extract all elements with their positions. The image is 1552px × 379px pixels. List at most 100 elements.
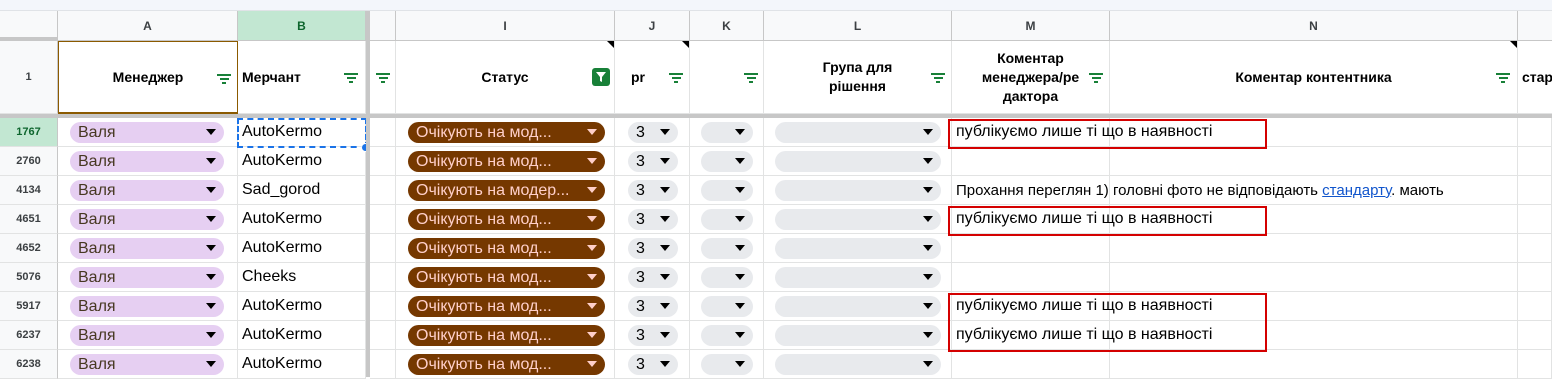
cell-m[interactable] [952,147,1110,176]
group-dropdown-chip[interactable] [775,180,941,201]
status-dropdown-chip[interactable]: Очікують на мод... [408,151,605,172]
column-header-a[interactable]: A [58,11,238,41]
column-header-n[interactable]: N [1110,11,1518,41]
cell-h[interactable] [370,350,396,379]
header-k[interactable] [690,41,764,114]
pr-dropdown-chip[interactable]: 3 [628,238,678,259]
cell-m[interactable] [952,263,1110,292]
column-header-next[interactable] [1518,11,1552,41]
row-header[interactable]: 5917 [0,292,58,321]
header-status[interactable]: Статус [396,41,615,114]
status-dropdown-chip[interactable]: Очікують на мод... [408,122,605,143]
manager-dropdown-chip[interactable]: Валя [70,325,224,346]
manager-dropdown-chip[interactable]: Валя [70,296,224,317]
cell-o[interactable] [1518,205,1552,234]
group-dropdown-chip[interactable] [775,122,941,143]
cell-h[interactable] [370,147,396,176]
k-dropdown-chip[interactable] [701,325,753,346]
status-dropdown-chip[interactable]: Очікують на мод... [408,238,605,259]
filter-icon[interactable] [1089,73,1103,83]
k-dropdown-chip[interactable] [701,296,753,317]
manager-dropdown-chip[interactable]: Валя [70,267,224,288]
select-all-corner[interactable] [0,11,58,41]
standard-link[interactable]: стандарту [1322,182,1391,199]
cell-h[interactable] [370,263,396,292]
filter-icon[interactable] [931,73,945,83]
k-dropdown-chip[interactable] [701,209,753,230]
pr-dropdown-chip[interactable]: 3 [628,267,678,288]
status-dropdown-chip[interactable]: Очікують на мод... [408,267,605,288]
row-header[interactable]: 4651 [0,205,58,234]
header-hidden-group[interactable] [366,41,396,114]
selected-cell-outline[interactable] [237,118,367,148]
status-dropdown-chip[interactable]: Очікують на мод... [408,354,605,375]
column-header-l[interactable]: L [764,11,952,41]
row-header[interactable]: 4652 [0,234,58,263]
cell-h[interactable] [370,234,396,263]
column-header-i[interactable]: I [396,11,615,41]
row-header[interactable]: 4134 [0,176,58,205]
k-dropdown-chip[interactable] [701,122,753,143]
group-dropdown-chip[interactable] [775,209,941,230]
column-header-k[interactable]: K [690,11,764,41]
group-dropdown-chip[interactable] [775,296,941,317]
cell-n[interactable] [1110,263,1518,292]
row-header-1[interactable]: 1 [0,41,58,114]
header-group[interactable]: Група для рішення [764,41,952,114]
filter-icon[interactable] [217,74,231,84]
pr-dropdown-chip[interactable]: 3 [628,151,678,172]
pr-dropdown-chip[interactable]: 3 [628,122,678,143]
group-dropdown-chip[interactable] [775,325,941,346]
cell-h[interactable] [370,118,396,147]
row-header[interactable]: 6237 [0,321,58,350]
pr-dropdown-chip[interactable]: 3 [628,180,678,201]
manager-dropdown-chip[interactable]: Валя [70,180,224,201]
cell-o[interactable] [1518,350,1552,379]
row-header[interactable]: 1767 [0,118,58,147]
column-freeze-divider[interactable] [366,11,370,377]
filter-icon[interactable] [376,73,390,83]
manager-dropdown-chip[interactable]: Валя [70,122,224,143]
cell-m[interactable] [952,350,1110,379]
row-header[interactable]: 6238 [0,350,58,379]
pr-dropdown-chip[interactable]: 3 [628,325,678,346]
header-start-partial[interactable]: стар [1518,41,1552,114]
cell-n[interactable] [1110,147,1518,176]
filter-icon[interactable] [744,73,758,83]
k-dropdown-chip[interactable] [701,354,753,375]
cell-o[interactable] [1518,147,1552,176]
header-manager[interactable]: Менеджер [58,41,238,114]
cell-n[interactable] [1110,350,1518,379]
group-dropdown-chip[interactable] [775,151,941,172]
pr-dropdown-chip[interactable]: 3 [628,296,678,317]
cell-h[interactable] [370,292,396,321]
active-filter-icon[interactable] [592,68,610,86]
column-header-b[interactable]: B [238,11,366,41]
cell-o[interactable] [1518,118,1552,147]
column-header-hidden-group[interactable] [366,11,396,41]
status-dropdown-chip[interactable]: Очікують на мод... [408,296,605,317]
manager-dropdown-chip[interactable]: Валя [70,354,224,375]
cell-o[interactable] [1518,234,1552,263]
cell-o[interactable] [1518,263,1552,292]
cell-n[interactable] [1110,234,1518,263]
k-dropdown-chip[interactable] [701,267,753,288]
column-header-m[interactable]: M [952,11,1110,41]
group-dropdown-chip[interactable] [775,354,941,375]
header-manager-comment[interactable]: Коментар менеджера/ре дактора [952,41,1110,114]
pr-dropdown-chip[interactable]: 3 [628,209,678,230]
column-header-j[interactable]: J [615,11,690,41]
cell-o[interactable] [1518,321,1552,350]
cell-o[interactable] [1518,176,1552,205]
filter-icon[interactable] [344,73,358,83]
k-dropdown-chip[interactable] [701,151,753,172]
header-content-comment[interactable]: Коментар контентника [1110,41,1518,114]
manager-dropdown-chip[interactable]: Валя [70,238,224,259]
status-dropdown-chip[interactable]: Очікують на модер... [408,180,605,201]
filter-icon[interactable] [669,73,683,83]
k-dropdown-chip[interactable] [701,238,753,259]
row-header[interactable]: 2760 [0,147,58,176]
k-dropdown-chip[interactable] [701,180,753,201]
status-dropdown-chip[interactable]: Очікують на мод... [408,209,605,230]
cell-h[interactable] [370,205,396,234]
